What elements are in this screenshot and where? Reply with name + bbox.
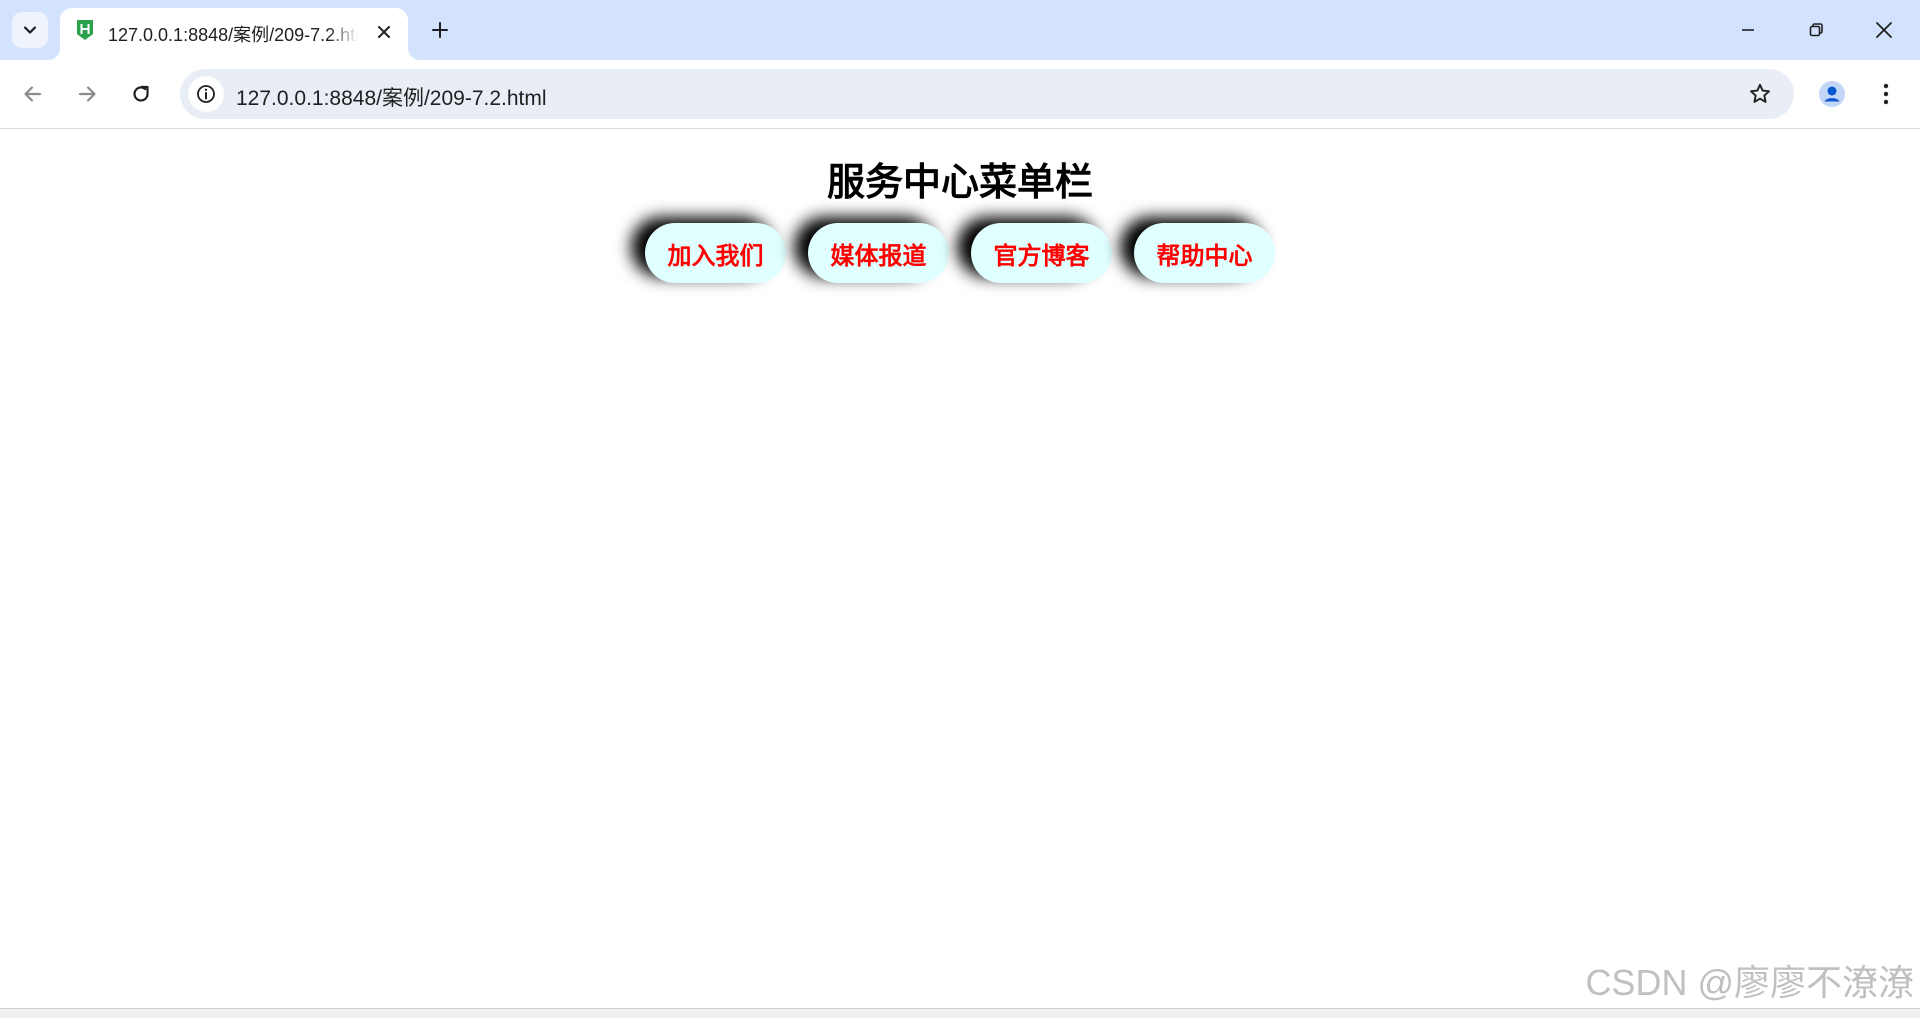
window-bottom-edge <box>0 1008 1920 1018</box>
address-bar[interactable]: 127.0.0.1:8848/案例/209-7.2.html <box>180 69 1794 119</box>
page-viewport: 服务中心菜单栏 加入我们 媒体报道 官方博客 帮助中心 CSDN @廖廖不潦潦 <box>0 129 1920 1008</box>
tab-close-button[interactable] <box>372 20 396 44</box>
site-info-button[interactable] <box>188 76 224 112</box>
new-tab-button[interactable] <box>424 14 456 46</box>
restore-icon <box>1809 23 1823 37</box>
tab-title: 127.0.0.1:8848/案例/209-7.2.html <box>108 25 358 45</box>
menu-item-media-reports[interactable]: 媒体报道 <box>808 223 949 283</box>
close-icon <box>378 26 390 38</box>
profile-avatar-icon <box>1819 81 1845 107</box>
browser-menu-button[interactable] <box>1868 76 1904 112</box>
hbuilder-favicon-icon <box>77 20 93 40</box>
chevron-down-icon <box>23 26 37 34</box>
menu-item-join-us[interactable]: 加入我们 <box>645 223 786 283</box>
restore-button[interactable] <box>1796 10 1836 50</box>
url-text[interactable]: 127.0.0.1:8848/案例/209-7.2.html <box>236 82 547 112</box>
browser-window: 127.0.0.1:8848/案例/209-7.2.html 127.0.0.1… <box>0 0 1920 1018</box>
browser-toolbar: 127.0.0.1:8848/案例/209-7.2.html <box>0 60 1920 129</box>
tab-search-button[interactable] <box>12 12 48 48</box>
window-close-button[interactable] <box>1864 10 1904 50</box>
minimize-button[interactable] <box>1728 10 1768 50</box>
more-vertical-icon <box>1883 83 1889 105</box>
forward-button[interactable] <box>67 74 107 114</box>
arrow-right-icon <box>78 86 96 102</box>
minimize-icon <box>1742 29 1754 31</box>
info-icon <box>197 85 215 103</box>
csdn-watermark: CSDN @廖廖不潦潦 <box>1585 962 1914 1003</box>
service-menu-bar: 加入我们 媒体报道 官方博客 帮助中心 <box>0 223 1920 283</box>
arrow-left-icon <box>24 86 42 102</box>
tab-strip: 127.0.0.1:8848/案例/209-7.2.html <box>0 0 1920 60</box>
reload-button[interactable] <box>121 74 161 114</box>
menu-item-help-center[interactable]: 帮助中心 <box>1134 223 1275 283</box>
bookmark-star-button[interactable] <box>1744 78 1776 110</box>
active-tab[interactable]: 127.0.0.1:8848/案例/209-7.2.html <box>60 8 408 60</box>
star-icon <box>1750 83 1770 103</box>
plus-icon <box>432 22 448 38</box>
profile-button[interactable] <box>1814 76 1850 112</box>
page-title: 服务中心菜单栏 <box>826 162 1093 204</box>
menu-item-official-blog[interactable]: 官方博客 <box>971 223 1112 283</box>
back-button[interactable] <box>13 74 53 114</box>
close-icon <box>1876 22 1892 38</box>
reload-icon <box>133 85 149 102</box>
